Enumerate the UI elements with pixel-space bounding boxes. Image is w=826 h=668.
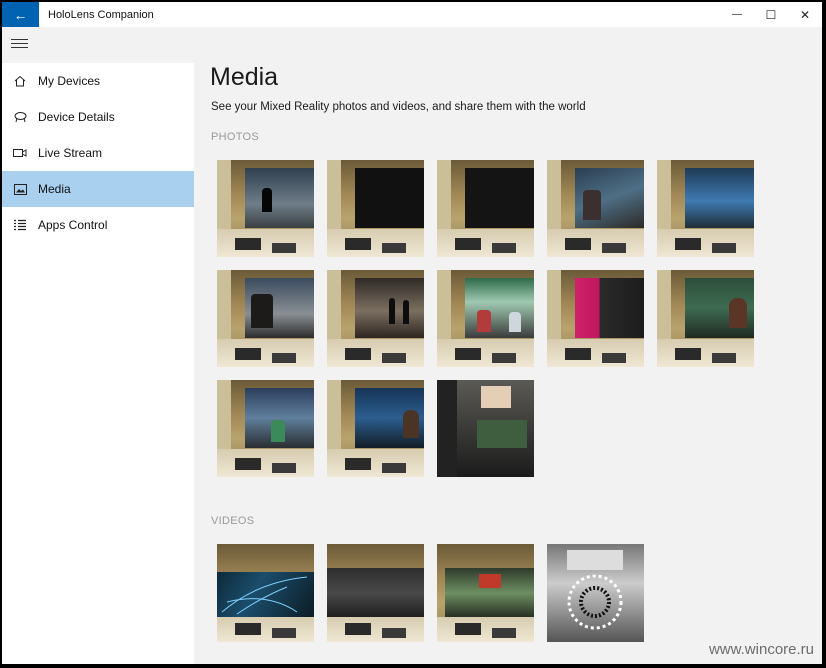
page-subtitle: See your Mixed Reality photos and videos… bbox=[211, 101, 586, 113]
media-page: Media See your Mixed Reality photos and … bbox=[194, 63, 822, 664]
app-window: ← HoloLens Companion — ☐ ✕ My Devices De… bbox=[2, 2, 822, 664]
photo-thumbnail[interactable] bbox=[437, 380, 534, 477]
photo-thumbnail[interactable] bbox=[437, 160, 534, 257]
maximize-button[interactable]: ☐ bbox=[754, 2, 788, 27]
photo-thumbnail[interactable] bbox=[547, 160, 644, 257]
videos-section-label: VIDEOS bbox=[211, 515, 255, 527]
back-arrow-icon: ← bbox=[13, 6, 28, 23]
watermark: www.wincore.ru bbox=[708, 641, 814, 658]
photo-thumbnail[interactable] bbox=[327, 380, 424, 477]
camera-icon bbox=[13, 146, 27, 160]
sidebar: My Devices Device Details Live Stream Me… bbox=[2, 63, 194, 664]
video-thumbnail[interactable] bbox=[547, 544, 644, 642]
hamburger-row bbox=[2, 27, 822, 63]
photos-section-label: PHOTOS bbox=[211, 131, 260, 143]
sidebar-item-label: Media bbox=[38, 182, 71, 196]
minimize-icon: — bbox=[732, 9, 742, 20]
video-thumbnail[interactable] bbox=[217, 544, 314, 642]
photo-thumbnail[interactable] bbox=[437, 270, 534, 367]
list-icon bbox=[13, 218, 27, 232]
photo-thumbnail[interactable] bbox=[657, 160, 754, 257]
minimize-button[interactable]: — bbox=[720, 2, 754, 27]
back-button[interactable]: ← bbox=[2, 2, 39, 27]
close-icon: ✕ bbox=[799, 7, 811, 22]
sidebar-item-label: My Devices bbox=[38, 74, 101, 88]
close-button[interactable]: ✕ bbox=[788, 2, 822, 27]
title-bar: ← HoloLens Companion — ☐ ✕ bbox=[2, 2, 822, 27]
media-icon bbox=[13, 182, 27, 196]
sidebar-item-device-details[interactable]: Device Details bbox=[2, 99, 194, 135]
maximize-icon: ☐ bbox=[765, 7, 777, 22]
video-thumbnail[interactable] bbox=[327, 544, 424, 642]
sidebar-item-my-devices[interactable]: My Devices bbox=[2, 63, 194, 99]
sidebar-item-label: Device Details bbox=[38, 110, 115, 124]
photo-thumbnail[interactable] bbox=[217, 160, 314, 257]
photo-thumbnail[interactable] bbox=[327, 270, 424, 367]
device-details-icon bbox=[13, 110, 27, 124]
sidebar-item-media[interactable]: Media bbox=[2, 171, 194, 207]
hamburger-menu-icon[interactable] bbox=[11, 39, 28, 51]
photo-thumbnail[interactable] bbox=[547, 270, 644, 367]
sidebar-item-apps-control[interactable]: Apps Control bbox=[2, 207, 194, 243]
window-controls: — ☐ ✕ bbox=[720, 2, 822, 27]
sidebar-item-label: Live Stream bbox=[38, 146, 103, 160]
sidebar-item-live-stream[interactable]: Live Stream bbox=[2, 135, 194, 171]
photo-thumbnail[interactable] bbox=[657, 270, 754, 367]
sidebar-item-label: Apps Control bbox=[38, 218, 108, 232]
video-thumbnail[interactable] bbox=[437, 544, 534, 642]
home-icon bbox=[13, 74, 27, 88]
photo-thumbnail[interactable] bbox=[217, 270, 314, 367]
photo-thumbnail[interactable] bbox=[217, 380, 314, 477]
app-title: HoloLens Companion bbox=[48, 8, 154, 21]
page-title: Media bbox=[210, 63, 279, 91]
photo-thumbnail[interactable] bbox=[327, 160, 424, 257]
